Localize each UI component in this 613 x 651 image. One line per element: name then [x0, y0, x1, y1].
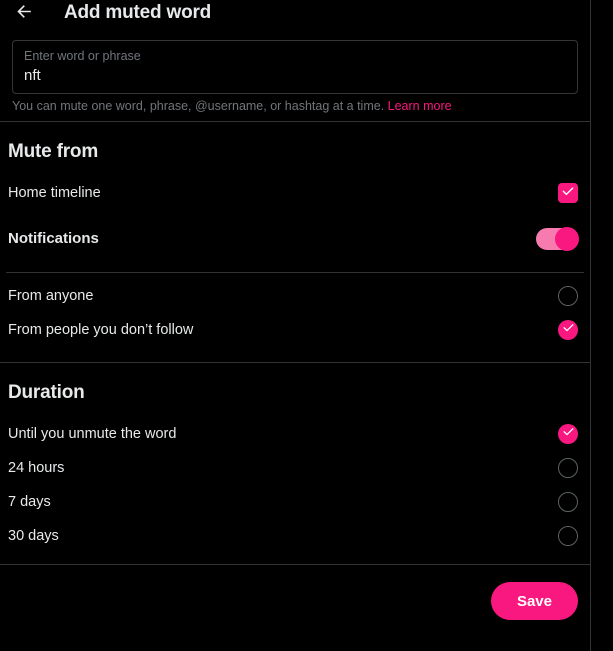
word-input-field[interactable]: Enter word or phrase [12, 40, 578, 94]
row-duration-30-days[interactable]: 30 days [0, 519, 590, 553]
word-input-section: Enter word or phrase [0, 26, 590, 94]
duration-24-hours-radio[interactable] [558, 458, 578, 478]
duration-7-days-label: 7 days [8, 494, 51, 510]
toggle-knob [555, 227, 579, 251]
helper-text-row: You can mute one word, phrase, @username… [0, 94, 590, 114]
word-input[interactable] [24, 64, 566, 87]
duration-until-unmute-radio[interactable] [558, 424, 578, 444]
row-home-timeline[interactable]: Home timeline [0, 170, 590, 216]
duration-30-days-radio[interactable] [558, 526, 578, 546]
settings-panel: Add muted word Enter word or phrase You … [0, 0, 590, 651]
duration-heading: Duration [8, 382, 85, 403]
footer-bar: Save [0, 565, 590, 637]
arrow-left-icon [15, 2, 34, 24]
from-people-you-dont-follow-radio[interactable] [558, 320, 578, 340]
from-anyone-radio[interactable] [558, 286, 578, 306]
row-from-people-you-dont-follow[interactable]: From people you don’t follow [0, 313, 590, 347]
back-button[interactable] [7, 0, 41, 30]
row-duration-7-days[interactable]: 7 days [0, 485, 590, 519]
learn-more-link[interactable]: Learn more [388, 99, 452, 113]
duration-24-hours-label: 24 hours [8, 460, 65, 476]
from-people-you-dont-follow-label: From people you don’t follow [8, 322, 194, 338]
right-rail-divider [590, 0, 591, 651]
check-icon [561, 184, 575, 203]
notifications-toggle[interactable] [536, 227, 579, 251]
from-anyone-label: From anyone [8, 288, 94, 304]
duration-until-unmute-label: Until you unmute the word [8, 426, 177, 442]
row-notifications[interactable]: Notifications [0, 216, 590, 262]
home-timeline-label: Home timeline [8, 185, 101, 201]
word-input-label: Enter word or phrase [24, 49, 141, 63]
check-icon [562, 425, 575, 443]
row-from-anyone[interactable]: From anyone [0, 279, 590, 313]
row-duration-24-hours[interactable]: 24 hours [0, 451, 590, 485]
check-icon [562, 321, 575, 339]
helper-text: You can mute one word, phrase, @username… [12, 99, 385, 113]
add-muted-word-screen: Add muted word Enter word or phrase You … [0, 0, 613, 651]
page-title: Add muted word [64, 2, 212, 23]
home-timeline-checkbox[interactable] [558, 183, 578, 203]
notifications-label: Notifications [8, 230, 99, 247]
mute-from-heading: Mute from [8, 141, 99, 162]
divider-before-audience [6, 272, 584, 273]
row-duration-until-unmute[interactable]: Until you unmute the word [0, 417, 590, 451]
duration-7-days-radio[interactable] [558, 492, 578, 512]
save-button[interactable]: Save [490, 582, 578, 620]
duration-30-days-label: 30 days [8, 528, 59, 544]
page-header: Add muted word [0, 0, 590, 26]
